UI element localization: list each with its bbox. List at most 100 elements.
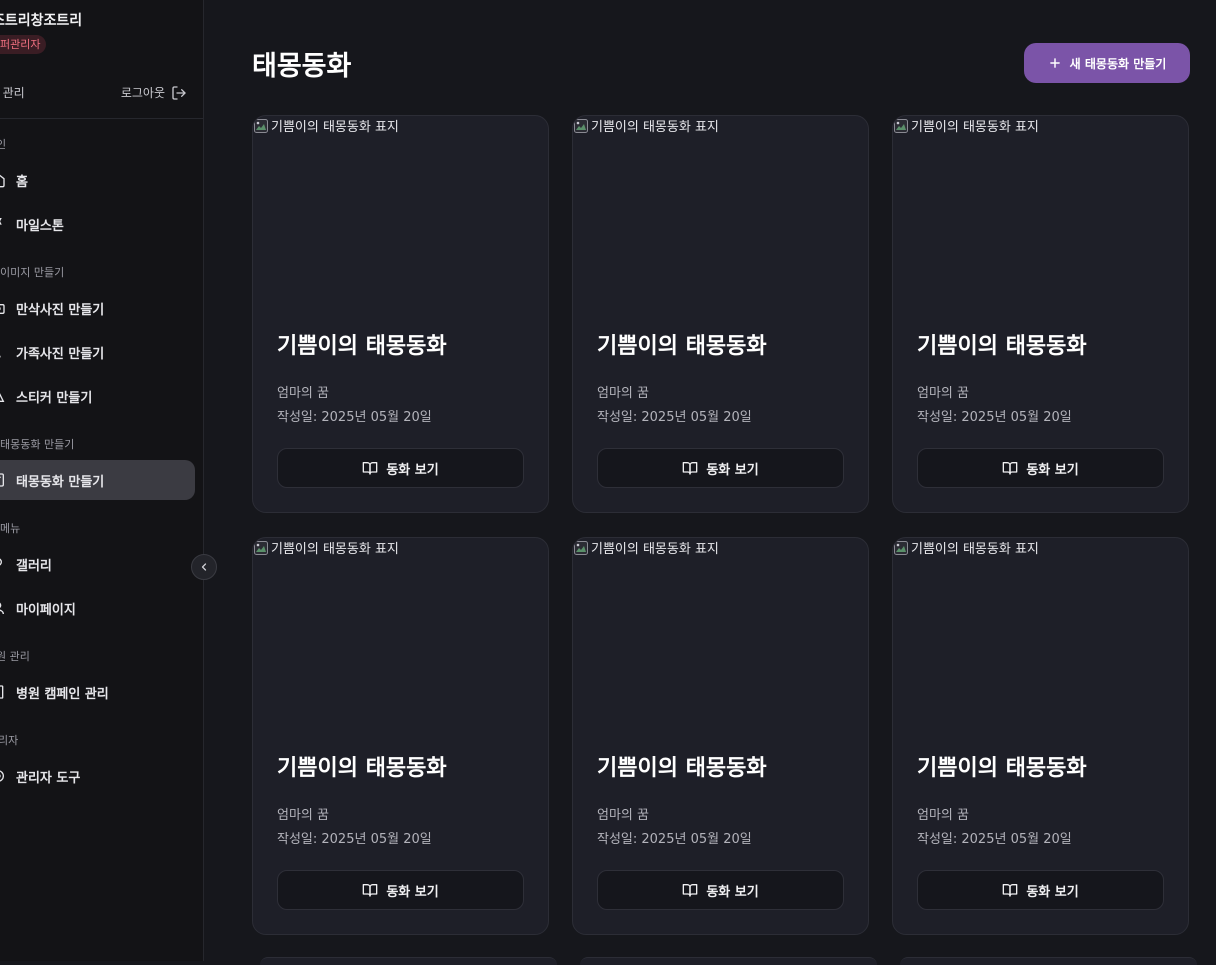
section-label-main: 인: [0, 138, 7, 151]
story-title: 기쁨이의 태몽동화: [597, 334, 767, 359]
story-date: 작성일: 2025년 05월 20일: [277, 410, 432, 425]
story-subtitle: 엄마의 꿈: [597, 386, 649, 401]
section-label-admin: 리자: [0, 734, 19, 747]
card-peek: [900, 957, 1197, 965]
view-story-button[interactable]: 동화 보기: [277, 870, 524, 910]
story-card[interactable]: 기쁨이의 태몽동화 표지 기쁨이의 태몽동화 엄마의 꿈 작성일: 2025년 …: [892, 115, 1189, 513]
view-story-label: 동화 보기: [1026, 884, 1079, 900]
broken-image-icon: [894, 541, 908, 555]
hospital-icon: [0, 684, 6, 700]
cover-alt-text: 기쁨이의 태몽동화 표지: [591, 120, 719, 135]
story-cover-image: 기쁨이의 태몽동화 표지: [253, 538, 548, 728]
sidebar-item-hospital-campaign[interactable]: 병원 캠페인 관리: [0, 672, 195, 712]
story-date: 작성일: 2025년 05월 20일: [597, 832, 752, 847]
sidebar-item-milestone[interactable]: 마일스톤: [0, 204, 195, 244]
sidebar-divider: [0, 118, 204, 119]
cover-alt-text: 기쁨이의 태몽동화 표지: [271, 120, 399, 135]
section-label-image: 이미지 만들기: [0, 266, 65, 279]
story-subtitle: 엄마의 꿈: [277, 808, 329, 823]
sidebar-item-sticker[interactable]: 스티커 만들기: [0, 376, 195, 416]
view-story-button[interactable]: 동화 보기: [597, 870, 844, 910]
story-date: 작성일: 2025년 05월 20일: [597, 410, 752, 425]
broken-image-icon: [254, 119, 268, 133]
cover-alt-text: 기쁨이의 태몽동화 표지: [911, 542, 1039, 557]
sidebar-item-home[interactable]: 홈: [0, 160, 195, 200]
family-icon: [0, 344, 6, 360]
role-badge: 퍼관리자: [0, 35, 47, 54]
open-book-icon: [682, 462, 698, 475]
section-label-hospital: 원 관리: [0, 650, 30, 663]
sidebar-item-label: 만삭사진 만들기: [16, 302, 105, 318]
story-subtitle: 엄마의 꿈: [277, 386, 329, 401]
settings-icon: [0, 768, 6, 784]
sidebar-item-label: 홈: [16, 174, 28, 190]
story-date: 작성일: 2025년 05월 20일: [917, 410, 1072, 425]
view-story-button[interactable]: 동화 보기: [917, 448, 1164, 488]
view-story-button[interactable]: 동화 보기: [917, 870, 1164, 910]
story-cover-image: 기쁨이의 태몽동화 표지: [893, 538, 1188, 728]
open-book-icon: [1002, 884, 1018, 897]
main-content: 태몽동화 새 태몽동화 만들기 기쁨이의 태몽동화 표지 기쁨이의 태몽동화 엄…: [204, 0, 1216, 965]
view-story-label: 동화 보기: [386, 884, 439, 900]
story-title: 기쁨이의 태몽동화: [597, 756, 767, 781]
account-row: ! 관리 로그아웃: [0, 84, 204, 102]
sidebar-item-label: 마일스톤: [16, 218, 64, 234]
milestone-icon: [0, 216, 6, 232]
story-date: 작성일: 2025년 05월 20일: [917, 832, 1072, 847]
story-subtitle: 엄마의 꿈: [917, 386, 969, 401]
story-title: 기쁨이의 태몽동화: [917, 334, 1087, 359]
logout-button[interactable]: 로그아웃: [121, 84, 187, 101]
story-card[interactable]: 기쁨이의 태몽동화 표지 기쁨이의 태몽동화 엄마의 꿈 작성일: 2025년 …: [252, 115, 549, 513]
section-label-story: 태몽동화 만들기: [0, 438, 75, 451]
sidebar-item-label: 병원 캠페인 관리: [16, 686, 109, 702]
book-icon: [0, 472, 6, 488]
card-peek: [260, 957, 557, 965]
open-book-icon: [362, 462, 378, 475]
gallery-icon: [0, 556, 6, 572]
cover-alt-text: 기쁨이의 태몽동화 표지: [911, 120, 1039, 135]
view-story-label: 동화 보기: [1026, 462, 1079, 478]
plus-icon: [1049, 58, 1060, 68]
open-book-icon: [682, 884, 698, 897]
broken-image-icon: [574, 119, 588, 133]
sidebar-item-label: 갤러리: [16, 558, 52, 574]
view-story-button[interactable]: 동화 보기: [277, 448, 524, 488]
cover-alt-text: 기쁨이의 태몽동화 표지: [271, 542, 399, 557]
account-manage-link[interactable]: ! 관리: [0, 84, 25, 101]
sidebar-item-admin-tools[interactable]: 관리자 도구: [0, 756, 195, 796]
story-card[interactable]: 기쁨이의 태몽동화 표지 기쁨이의 태몽동화 엄마의 꿈 작성일: 2025년 …: [252, 537, 549, 935]
story-card[interactable]: 기쁨이의 태몽동화 표지 기쁨이의 태몽동화 엄마의 꿈 작성일: 2025년 …: [572, 537, 869, 935]
sidebar-item-label: 마이페이지: [16, 602, 76, 618]
sidebar-item-label: 관리자 도구: [16, 770, 81, 786]
camera-icon: [0, 300, 6, 316]
open-book-icon: [1002, 462, 1018, 475]
new-story-label: 새 태몽동화 만들기: [1069, 56, 1167, 71]
view-story-button[interactable]: 동화 보기: [597, 448, 844, 488]
sidebar-item-maternity-photo[interactable]: 만삭사진 만들기: [0, 288, 195, 328]
view-story-label: 동화 보기: [706, 462, 759, 478]
sidebar-item-family-photo[interactable]: 가족사진 만들기: [0, 332, 195, 372]
new-story-button[interactable]: 새 태몽동화 만들기: [1024, 43, 1190, 83]
page-title: 태몽동화: [252, 51, 352, 82]
sidebar-item-label: 스티커 만들기: [16, 390, 93, 406]
sidebar-item-mypage[interactable]: 마이페이지: [0, 588, 195, 628]
broken-image-icon: [254, 541, 268, 555]
user-icon: [0, 600, 6, 616]
sidebar-item-gallery[interactable]: 갤러리: [0, 544, 195, 584]
story-subtitle: 엄마의 꿈: [917, 808, 969, 823]
story-cover-image: 기쁨이의 태몽동화 표지: [573, 538, 868, 728]
home-icon: [0, 172, 6, 188]
sticker-icon: [0, 388, 6, 404]
sidebar-item-story-create[interactable]: 태몽동화 만들기: [0, 460, 195, 500]
story-cover-image: 기쁨이의 태몽동화 표지: [573, 116, 868, 306]
story-card[interactable]: 기쁨이의 태몽동화 표지 기쁨이의 태몽동화 엄마의 꿈 작성일: 2025년 …: [572, 115, 869, 513]
story-title: 기쁨이의 태몽동화: [277, 334, 447, 359]
story-card[interactable]: 기쁨이의 태몽동화 표지 기쁨이의 태몽동화 엄마의 꿈 작성일: 2025년 …: [892, 537, 1189, 935]
story-cover-image: 기쁨이의 태몽동화 표지: [253, 116, 548, 306]
card-peek: [580, 957, 877, 965]
story-cover-image: 기쁨이의 태몽동화 표지: [893, 116, 1188, 306]
sidebar-item-label: 태몽동화 만들기: [16, 474, 105, 490]
broken-image-icon: [574, 541, 588, 555]
story-title: 기쁨이의 태몽동화: [277, 756, 447, 781]
brand-name: 조트리창조트리: [0, 13, 83, 29]
